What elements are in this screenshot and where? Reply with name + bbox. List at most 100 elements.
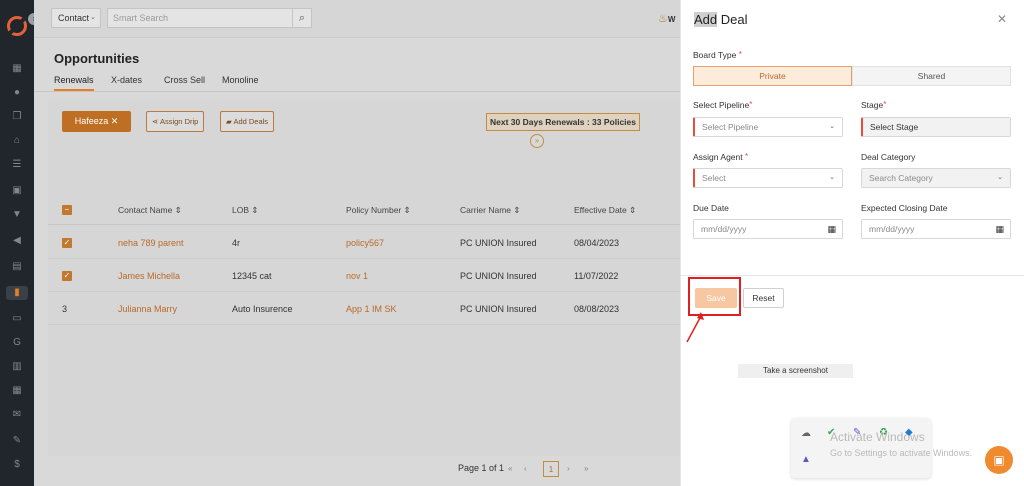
prev-page-icon[interactable]: ‹	[524, 461, 527, 477]
contact-name-link[interactable]: James Michella	[118, 271, 180, 281]
select-pipeline-dropdown[interactable]: Select Pipeline ⌄	[693, 117, 843, 137]
teams-icon[interactable]: ▲	[801, 454, 811, 465]
due-date-input[interactable]: mm/dd/yyyy ▦	[693, 219, 843, 239]
page-1-button[interactable]: 1	[543, 461, 559, 477]
add-deals-button[interactable]: ▰ Add Deals	[220, 111, 275, 132]
contacts-icon[interactable]: ●	[10, 86, 24, 100]
deal-category-label: Deal Category	[861, 152, 916, 162]
chevron-down-icon: ⌄	[829, 174, 835, 181]
contact-type-select[interactable]: Contact ⌄	[51, 8, 101, 28]
select-pipeline-label-text: Select Pipeline	[693, 100, 750, 110]
screenshot-tooltip: Take a screenshot	[738, 364, 853, 378]
smart-search-input[interactable]: Smart Search	[107, 8, 293, 28]
tab-x-dates[interactable]: X-dates	[111, 75, 142, 85]
top-bar: Contact ⌄ Smart Search ⌕ ♨W	[34, 0, 680, 38]
assign-agent-placeholder: Select	[702, 173, 726, 183]
megaphone-icon[interactable]: ◀	[10, 234, 24, 248]
billing-icon[interactable]: $	[10, 458, 24, 472]
chat-icon[interactable]: ▣	[985, 446, 1013, 474]
search-icon[interactable]: ⌕	[292, 8, 312, 28]
select-all-checkbox[interactable]: −	[62, 205, 72, 215]
notes-icon[interactable]: ▤	[10, 260, 24, 274]
stage-select[interactable]: Select Stage	[861, 117, 1011, 137]
select-pipeline-label: Select Pipeline*	[693, 100, 753, 110]
board-type-private[interactable]: Private	[693, 66, 852, 86]
row-checkbox[interactable]: ✓	[62, 271, 72, 281]
renewals-banner: Next 30 Days Renewals : 33 Policies	[486, 113, 640, 131]
policy-number-link[interactable]: nov 1	[346, 271, 368, 281]
last-page-icon[interactable]: »	[584, 461, 588, 477]
lob-cell: 4r	[232, 238, 241, 248]
carrier-cell: PC UNION Insured	[460, 304, 537, 314]
contact-name-link[interactable]: neha 789 parent	[118, 238, 184, 248]
carrier-cell: PC UNION Insured	[460, 271, 537, 281]
report-icon[interactable]: ▥	[10, 360, 24, 374]
expected-closing-placeholder: mm/dd/yyyy	[869, 224, 915, 234]
opportunities-chart-icon[interactable]: ▮	[6, 286, 28, 300]
next-page-icon[interactable]: ›	[567, 461, 570, 477]
col-carrier-name-label: Carrier Name	[460, 205, 512, 215]
first-page-icon[interactable]: «	[508, 461, 512, 477]
select-pipeline-placeholder: Select Pipeline	[702, 122, 759, 132]
tab-monoline[interactable]: Monoline	[222, 75, 259, 85]
assign-agent-dropdown[interactable]: Select ⌄	[693, 168, 843, 188]
expected-closing-date-input[interactable]: mm/dd/yyyy ▦	[861, 219, 1011, 239]
chevron-down-icon: ⌄	[90, 14, 96, 21]
effective-date-cell: 11/07/2022	[574, 271, 619, 281]
board-type-label-text: Board Type	[693, 50, 737, 60]
contact-name-link[interactable]: Julianna Marry	[118, 304, 177, 314]
annotation-arrow-icon	[686, 312, 704, 343]
stage-label: Stage*	[861, 100, 887, 110]
folder-icon[interactable]: ▭	[10, 312, 24, 326]
tab-divider	[34, 91, 680, 92]
tab-cross-sell[interactable]: Cross Sell	[164, 75, 205, 85]
reset-button[interactable]: Reset	[743, 288, 784, 308]
col-contact-name-label: Contact Name	[118, 205, 173, 215]
table-row[interactable]: ✓ James Michella 12345 cat nov 1 PC UNIO…	[48, 259, 680, 292]
drawer-divider	[681, 275, 1024, 276]
lob-cell: Auto Insurence	[232, 304, 293, 314]
col-lob[interactable]: LOB ⇕	[232, 205, 259, 216]
documents-icon[interactable]: ❐	[10, 110, 24, 124]
row-checkbox[interactable]: ✓	[62, 238, 72, 248]
tab-renewals[interactable]: Renewals	[54, 75, 94, 91]
funnel-icon[interactable]: ▼	[10, 208, 24, 222]
filter-chip-hafeeza[interactable]: Hafeeza ✕	[62, 111, 131, 132]
col-effective-date-label: Effective Date	[574, 205, 627, 215]
user-initial: W	[667, 15, 676, 24]
calendar-icon[interactable]: ▦	[827, 220, 836, 238]
table-row[interactable]: 3 Julianna Marry Auto Insurence App 1 IM…	[48, 292, 680, 325]
pagination-label: Page 1 of 1	[458, 463, 505, 473]
stage-label-text: Stage	[861, 100, 884, 110]
save-button[interactable]: Save	[695, 288, 737, 308]
table-row[interactable]: ✓ neha 789 parent 4r policy567 PC UNION …	[48, 226, 680, 259]
board-type-shared[interactable]: Shared	[852, 66, 1011, 86]
chevron-double-down-icon[interactable]: »	[530, 134, 544, 148]
bank-icon[interactable]: ⌂	[10, 134, 24, 148]
row-index: 3	[62, 304, 68, 314]
mail-icon[interactable]: ✉	[10, 408, 24, 422]
cloud-icon[interactable]: ☁	[801, 428, 811, 439]
fire-icon[interactable]: ♨W	[658, 12, 675, 25]
assign-drip-label: Assign Drip	[159, 117, 199, 126]
col-policy-number-label: Policy Number	[346, 205, 402, 215]
calendar-icon[interactable]: ▦	[995, 220, 1004, 238]
policy-number-link[interactable]: App 1 IM SK	[346, 304, 397, 314]
col-contact-name[interactable]: Contact Name ⇕	[118, 205, 182, 216]
google-icon[interactable]: G	[10, 336, 24, 350]
dashboard-icon[interactable]: ▦	[10, 62, 24, 76]
list-icon[interactable]: ☰	[10, 158, 24, 172]
id-card-icon[interactable]: ▣	[10, 184, 24, 198]
expected-closing-date-label: Expected Closing Date	[861, 203, 948, 213]
policy-number-link[interactable]: policy567	[346, 238, 384, 248]
due-date-label: Due Date	[693, 203, 729, 213]
col-effective-date[interactable]: Effective Date ⇕	[574, 205, 636, 216]
calendar-nav-icon[interactable]: ▦	[10, 384, 24, 398]
col-carrier-name[interactable]: Carrier Name ⇕	[460, 205, 521, 216]
deal-category-dropdown[interactable]: Search Category ⌄	[861, 168, 1011, 188]
assign-drip-button[interactable]: ⋖ Assign Drip	[146, 111, 205, 132]
col-policy-number[interactable]: Policy Number ⇕	[346, 205, 411, 216]
chevron-down-icon: ⌄	[829, 123, 835, 130]
close-icon[interactable]: ✕	[997, 12, 1007, 26]
signature-icon[interactable]: ✎	[10, 434, 24, 448]
